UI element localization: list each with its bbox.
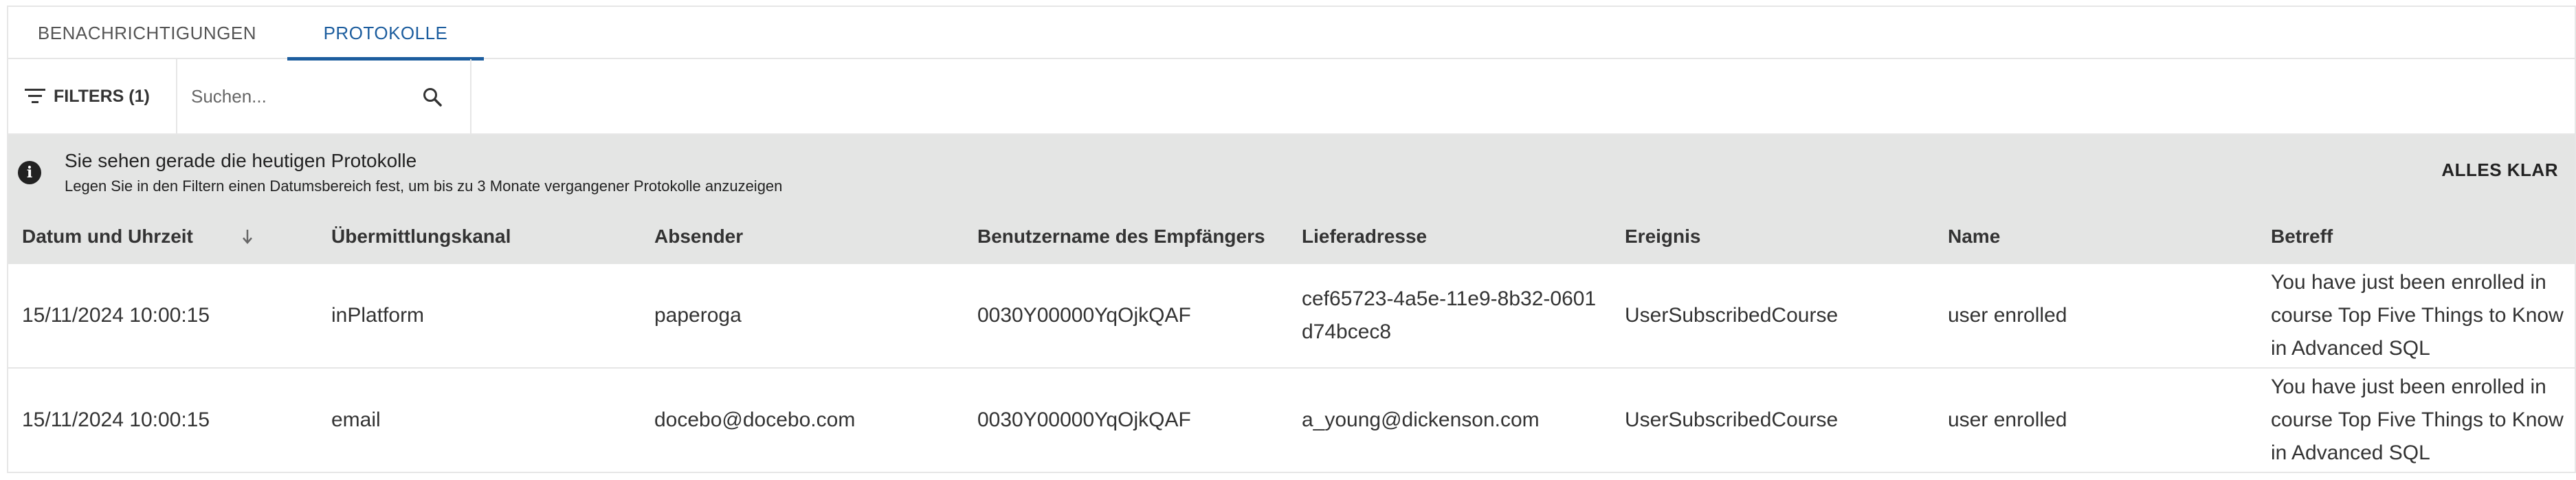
cell-empfaenger: 0030Y00000YqOjkQAF	[977, 408, 1191, 431]
tab-benachrichtigungen[interactable]: BENACHRICHTIGUNGEN	[8, 7, 286, 59]
column-header-datum[interactable]: Datum und Uhrzeit	[22, 209, 324, 264]
info-banner: i Sie sehen gerade die heutigen Protokol…	[8, 135, 2575, 209]
search-box	[177, 59, 471, 133]
cell-absender: paperoga	[654, 304, 742, 327]
cell-name: user enrolled	[1948, 304, 2067, 327]
table-row: 15/11/2024 10:00:15 email docebo@docebo.…	[8, 369, 2575, 473]
cell-betreff: You have just been enrolled in course To…	[2271, 271, 2564, 360]
column-header-name[interactable]: Name	[1948, 209, 2264, 264]
column-header-label: Datum und Uhrzeit	[22, 226, 193, 247]
banner-subtitle: Legen Sie in den Filtern einen Datumsber…	[65, 177, 783, 195]
cell-ereignis: UserSubscribedCourse	[1625, 408, 1839, 431]
cell-empfaenger: 0030Y00000YqOjkQAF	[977, 304, 1191, 327]
toolbar: FILTERS (1)	[8, 59, 2575, 135]
column-header-betreff[interactable]: Betreff	[2271, 209, 2571, 264]
logs-panel: BENACHRICHTIGUNGEN PROTOKOLLE FILTERS (1…	[7, 6, 2576, 473]
cell-ereignis: UserSubscribedCourse	[1625, 304, 1839, 327]
column-header-ereignis[interactable]: Ereignis	[1625, 209, 1941, 264]
search-input[interactable]	[190, 80, 419, 113]
cell-datum: 15/11/2024 10:00:15	[22, 408, 210, 431]
column-header-absender[interactable]: Absender	[654, 209, 970, 264]
cell-datum: 15/11/2024 10:00:15	[22, 304, 210, 327]
sort-arrow-down-icon[interactable]	[241, 227, 254, 246]
cell-absender: docebo@docebo.com	[654, 408, 856, 431]
info-icon: i	[18, 161, 41, 184]
filter-icon	[25, 89, 45, 104]
cell-betreff: You have just been enrolled in course To…	[2271, 375, 2564, 464]
column-header-empfaenger[interactable]: Benutzername des Empfängers	[977, 209, 1293, 264]
tab-bar: BENACHRICHTIGUNGEN PROTOKOLLE	[8, 7, 2575, 61]
cell-kanal: email	[331, 408, 381, 431]
dismiss-banner-button[interactable]: ALLES KLAR	[2441, 160, 2558, 181]
filters-label: FILTERS (1)	[54, 86, 150, 106]
cell-kanal: inPlatform	[331, 304, 425, 327]
search-icon[interactable]	[422, 87, 443, 107]
cell-lieferadresse: cef65723-4a5e-11e9-8b32-0601d74bcec8	[1302, 287, 1597, 343]
tab-protokolle[interactable]: PROTOKOLLE	[287, 7, 484, 61]
column-header-kanal[interactable]: Übermittlungskanal	[331, 209, 647, 264]
filters-button[interactable]: FILTERS (1)	[8, 59, 177, 133]
column-header-lieferadresse[interactable]: Lieferadresse	[1302, 209, 1604, 264]
table-header: Datum und Uhrzeit Übermittlungskanal Abs…	[8, 209, 2575, 264]
table-row: 15/11/2024 10:00:15 inPlatform paperoga …	[8, 264, 2575, 369]
banner-title: Sie sehen gerade die heutigen Protokolle	[65, 150, 417, 171]
cell-lieferadresse: a_young@dickenson.com	[1302, 408, 1540, 431]
cell-name: user enrolled	[1948, 408, 2067, 431]
